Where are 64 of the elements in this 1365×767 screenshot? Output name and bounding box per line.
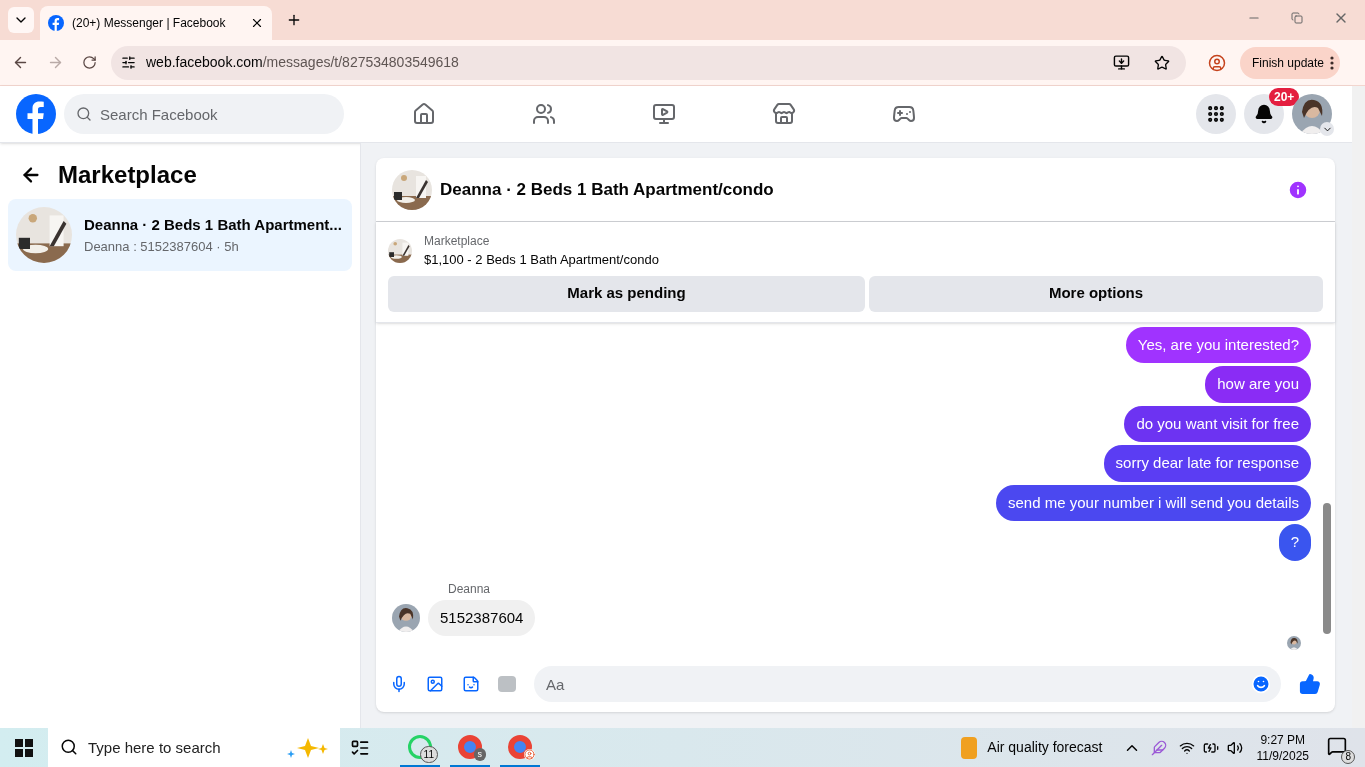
- account-caret-icon[interactable]: [1320, 122, 1334, 136]
- sent-message: ?: [1278, 524, 1311, 561]
- video-icon[interactable]: [652, 102, 676, 126]
- search-icon: [76, 106, 92, 122]
- sticker-icon[interactable]: [462, 675, 480, 693]
- listing-action-button[interactable]: More options: [869, 275, 1323, 312]
- listing-title: $1,100 - 2 Beds 1 Bath Apartment/condo: [424, 251, 659, 269]
- conversation-title: Deanna · 2 Beds 1 Bath Apartment...: [84, 215, 342, 235]
- windows-logo-icon: [15, 738, 33, 757]
- grid-icon: [1206, 104, 1226, 124]
- page-scrollbar[interactable]: [1352, 86, 1365, 728]
- scrollbar[interactable]: [1323, 502, 1331, 634]
- listing-action-button[interactable]: Mark as pending: [388, 275, 865, 312]
- feather-icon[interactable]: [1150, 739, 1167, 756]
- menu-button[interactable]: [1196, 94, 1236, 134]
- bookmark-star-icon[interactable]: [1154, 54, 1170, 71]
- tab-list-button[interactable]: [8, 7, 34, 33]
- sent-message: how are you: [1205, 366, 1311, 403]
- notification-center-icon[interactable]: [1327, 735, 1347, 756]
- close-icon[interactable]: [250, 16, 264, 30]
- back-icon[interactable]: [12, 54, 29, 71]
- taskbar-search-field[interactable]: Type here to search: [48, 728, 340, 767]
- search-field[interactable]: Search Facebook: [64, 94, 344, 134]
- search-icon: [60, 738, 78, 756]
- like-icon[interactable]: [1299, 673, 1321, 695]
- sidebar-title: Marketplace: [58, 160, 197, 190]
- tab-title: (20+) Messenger | Facebook: [72, 15, 227, 32]
- sent-message: Yes, are you interested?: [1125, 326, 1311, 363]
- weather-widget[interactable]: Air quality forecast: [961, 736, 1103, 759]
- profile-icon[interactable]: [1208, 53, 1226, 72]
- sent-message: send me your number i will send you details: [996, 484, 1311, 521]
- finish-update-button[interactable]: Finish update: [1240, 46, 1341, 79]
- restore-icon[interactable]: [1291, 12, 1303, 24]
- conversation-subtitle: Deanna : 5152387604 · 5h: [84, 237, 240, 256]
- taskbar-clock[interactable]: 9:27 PM 11/9/2025: [1256, 731, 1309, 764]
- sent-message: do you want visit for free: [1124, 405, 1311, 442]
- marketplace-icon[interactable]: [772, 102, 796, 126]
- notification-center-count: 8: [1341, 749, 1355, 764]
- site-settings-icon[interactable]: [121, 55, 136, 70]
- notification-count: 20+: [1269, 88, 1300, 106]
- friends-icon[interactable]: [532, 102, 556, 126]
- bell-icon: [1254, 104, 1274, 124]
- microphone-icon[interactable]: [390, 675, 408, 693]
- info-icon[interactable]: [1287, 178, 1309, 201]
- home-icon[interactable]: [412, 102, 436, 126]
- listing-label: Marketplace: [424, 233, 491, 250]
- sender-name: Deanna: [448, 580, 492, 598]
- url-text: web.facebook.com/messages/t/827534803549618: [146, 53, 460, 72]
- sent-message: sorry dear late for response: [1103, 445, 1311, 482]
- new-tab-icon[interactable]: [286, 12, 302, 28]
- chat-title: Deanna · 2 Beds 1 Bath Apartment/condo: [440, 178, 775, 201]
- message-field[interactable]: Aa: [534, 666, 1281, 702]
- received-message: 5152387604: [428, 599, 536, 636]
- browser-tab[interactable]: (20+) Messenger | Facebook: [40, 6, 272, 40]
- taskbar-badge: 11: [419, 746, 438, 763]
- install-icon[interactable]: [1113, 54, 1130, 71]
- volume-icon[interactable]: [1226, 739, 1243, 756]
- conversation-item[interactable]: Deanna · 2 Beds 1 Bath Apartment... Deanna : 5152387604 · 5h: [8, 199, 352, 271]
- facebook-logo-icon: [48, 15, 64, 31]
- facebook-logo-icon[interactable]: [16, 94, 56, 134]
- address-bar[interactable]: web.facebook.com/messages/t/827534803549618: [111, 45, 1186, 80]
- reload-icon[interactable]: [82, 55, 97, 70]
- photo-icon[interactable]: [426, 675, 444, 693]
- more-icon: [1330, 55, 1335, 70]
